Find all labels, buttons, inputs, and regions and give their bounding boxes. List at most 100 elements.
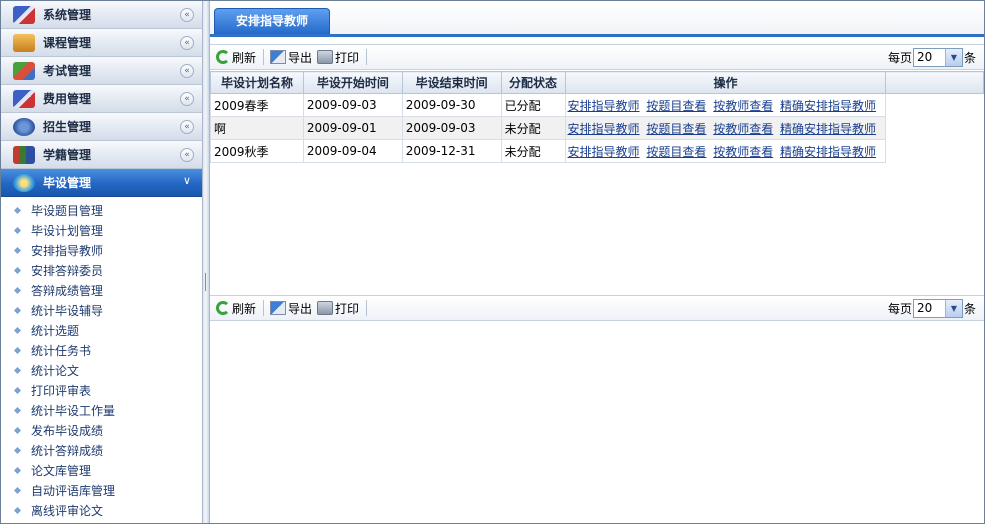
bullet-icon — [13, 206, 22, 215]
assign-advisor-link[interactable]: 安排指导教师 — [568, 99, 640, 113]
view-by-teacher-link[interactable]: 按教师查看 — [713, 122, 773, 136]
page-size-select[interactable]: 20 ▼ — [912, 299, 963, 318]
submenu-item[interactable]: 离线评审论文 — [1, 501, 202, 521]
column-header-filler — [885, 71, 984, 94]
page-size-select[interactable]: 20 ▼ — [912, 48, 963, 67]
view-by-topic-link[interactable]: 按题目查看 — [646, 145, 706, 159]
cell-plan-name: 2009秋季 — [210, 139, 304, 163]
submenu-item[interactable]: 统计论文 — [1, 361, 202, 381]
assign-advisor-link[interactable]: 安排指导教师 — [568, 122, 640, 136]
sidebar-splitter[interactable] — [202, 1, 210, 523]
view-by-topic-link[interactable]: 按题目查看 — [646, 99, 706, 113]
precise-assign-advisor-link[interactable]: 精确安排指导教师 — [780, 145, 876, 159]
column-header[interactable]: 毕设计划名称 — [210, 71, 304, 94]
course-icon — [13, 33, 35, 52]
column-header[interactable]: 分配状态 — [500, 71, 566, 94]
menu-student-record[interactable]: 学籍管理 « — [1, 141, 202, 169]
collapse-icon[interactable]: « — [180, 120, 194, 134]
submenu-item[interactable]: 论文库管理 — [1, 461, 202, 481]
cell-start-date: 2009-09-04 — [302, 139, 403, 163]
bullet-icon — [13, 506, 22, 515]
menu-label: 学籍管理 — [43, 148, 92, 162]
chevron-down-icon[interactable]: ▼ — [944, 49, 962, 66]
grid-header-row: 毕设计划名称 毕设开始时间 毕设结束时间 分配状态 操作 — [210, 71, 984, 94]
row-filler — [885, 139, 984, 163]
print-button[interactable]: 打印 — [317, 300, 359, 317]
precise-assign-advisor-link[interactable]: 精确安排指导教师 — [780, 122, 876, 136]
assign-advisor-link[interactable]: 安排指导教师 — [568, 145, 640, 159]
submenu-item[interactable]: 统计答辩成绩 — [1, 441, 202, 461]
bullet-icon — [13, 306, 22, 315]
collapse-icon[interactable]: « — [180, 92, 194, 106]
column-header[interactable]: 毕设结束时间 — [401, 71, 502, 94]
submenu-item[interactable]: 统计毕设辅导 — [1, 301, 202, 321]
menu-fee[interactable]: 费用管理 « — [1, 85, 202, 113]
chevron-down-icon[interactable]: ∨ — [180, 175, 194, 189]
cell-start-date: 2009-09-03 — [302, 93, 403, 117]
view-by-topic-link[interactable]: 按题目查看 — [646, 122, 706, 136]
row-filler — [885, 93, 984, 117]
menu-system[interactable]: 系统管理 « — [1, 1, 202, 29]
table-row[interactable]: 啊 2009-09-01 2009-09-03 未分配 安排指导教师 按题目查看… — [210, 116, 984, 140]
data-grid: 毕设计划名称 毕设开始时间 毕设结束时间 分配状态 操作 2009春季 2009… — [210, 71, 984, 163]
bullet-icon — [13, 286, 22, 295]
export-icon — [270, 50, 287, 64]
refresh-button[interactable]: 刷新 — [216, 49, 256, 66]
collapse-icon[interactable]: « — [180, 8, 194, 22]
export-button[interactable]: 导出 — [270, 49, 312, 66]
menu-label: 考试管理 — [43, 64, 92, 78]
student-record-icon — [13, 145, 35, 164]
submenu-item[interactable]: 自动评语库管理 — [1, 481, 202, 501]
collapse-icon[interactable]: « — [180, 36, 194, 50]
submenu-item[interactable]: 发布毕设成绩 — [1, 421, 202, 441]
chevron-down-icon[interactable]: ▼ — [944, 300, 962, 317]
submenu-item[interactable]: 答辩成绩管理 — [1, 281, 202, 301]
refresh-button[interactable]: 刷新 — [216, 300, 256, 317]
bullet-icon — [13, 366, 22, 375]
menu-course[interactable]: 课程管理 « — [1, 29, 202, 57]
submenu-item[interactable]: 安排答辩委员 — [1, 261, 202, 281]
splitter-grip-icon[interactable] — [205, 273, 207, 291]
bullet-icon — [13, 386, 22, 395]
bullet-icon — [13, 266, 22, 275]
column-header[interactable]: 毕设开始时间 — [302, 71, 403, 94]
tab-bar: 安排指导教师 — [210, 1, 984, 37]
view-by-teacher-link[interactable]: 按教师查看 — [713, 99, 773, 113]
toolbar-divider — [263, 300, 265, 316]
submenu-item[interactable]: 安排指导教师 — [1, 241, 202, 261]
menu-enrollment[interactable]: 招生管理 « — [1, 113, 202, 141]
submenu-item[interactable]: 毕设题目管理 — [1, 201, 202, 221]
menu-graduation-project[interactable]: 毕设管理 ∨ — [1, 169, 202, 197]
top-toolbar: 刷新 导出 打印 每页 20 ▼ 条 — [210, 44, 984, 70]
submenu-list: 毕设题目管理 毕设计划管理 安排指导教师 安排答辩委员 答辩成绩管理 统计毕设辅… — [1, 197, 202, 521]
table-row[interactable]: 2009春季 2009-09-03 2009-09-30 已分配 安排指导教师 … — [210, 93, 984, 117]
collapse-icon[interactable]: « — [180, 64, 194, 78]
column-header[interactable]: 操作 — [564, 71, 887, 94]
per-page-prefix: 每页 — [887, 302, 912, 316]
exam-icon — [13, 61, 35, 80]
per-page-prefix: 每页 — [887, 51, 912, 65]
cell-actions: 安排指导教师 按题目查看 按教师查看 精确安排指导教师 — [564, 116, 887, 140]
toolbar-divider — [366, 49, 368, 65]
submenu-item[interactable]: 统计选题 — [1, 321, 202, 341]
bullet-icon — [13, 246, 22, 255]
export-button[interactable]: 导出 — [270, 300, 312, 317]
table-row[interactable]: 2009秋季 2009-09-04 2009-12-31 未分配 安排指导教师 … — [210, 139, 984, 163]
tab-assign-advisor[interactable]: 安排指导教师 — [214, 8, 330, 34]
collapse-icon[interactable]: « — [180, 148, 194, 162]
sidebar: 系统管理 « 课程管理 « 考试管理 « 费用管理 « 招生管理 « 学籍管理 … — [1, 1, 202, 523]
submenu-item[interactable]: 毕设计划管理 — [1, 221, 202, 241]
submenu-item[interactable]: 统计任务书 — [1, 341, 202, 361]
menu-label: 招生管理 — [43, 120, 92, 134]
per-page-suffix: 条 — [963, 51, 976, 65]
menu-exam[interactable]: 考试管理 « — [1, 57, 202, 85]
toolbar-divider — [263, 49, 265, 65]
print-button[interactable]: 打印 — [317, 49, 359, 66]
menu-label: 毕设管理 — [43, 176, 92, 190]
view-by-teacher-link[interactable]: 按教师查看 — [713, 145, 773, 159]
submenu-item[interactable]: 统计毕设工作量 — [1, 401, 202, 421]
cell-plan-name: 啊 — [210, 116, 304, 140]
submenu-item[interactable]: 打印评审表 — [1, 381, 202, 401]
toolbar-divider — [366, 300, 368, 316]
precise-assign-advisor-link[interactable]: 精确安排指导教师 — [780, 99, 876, 113]
